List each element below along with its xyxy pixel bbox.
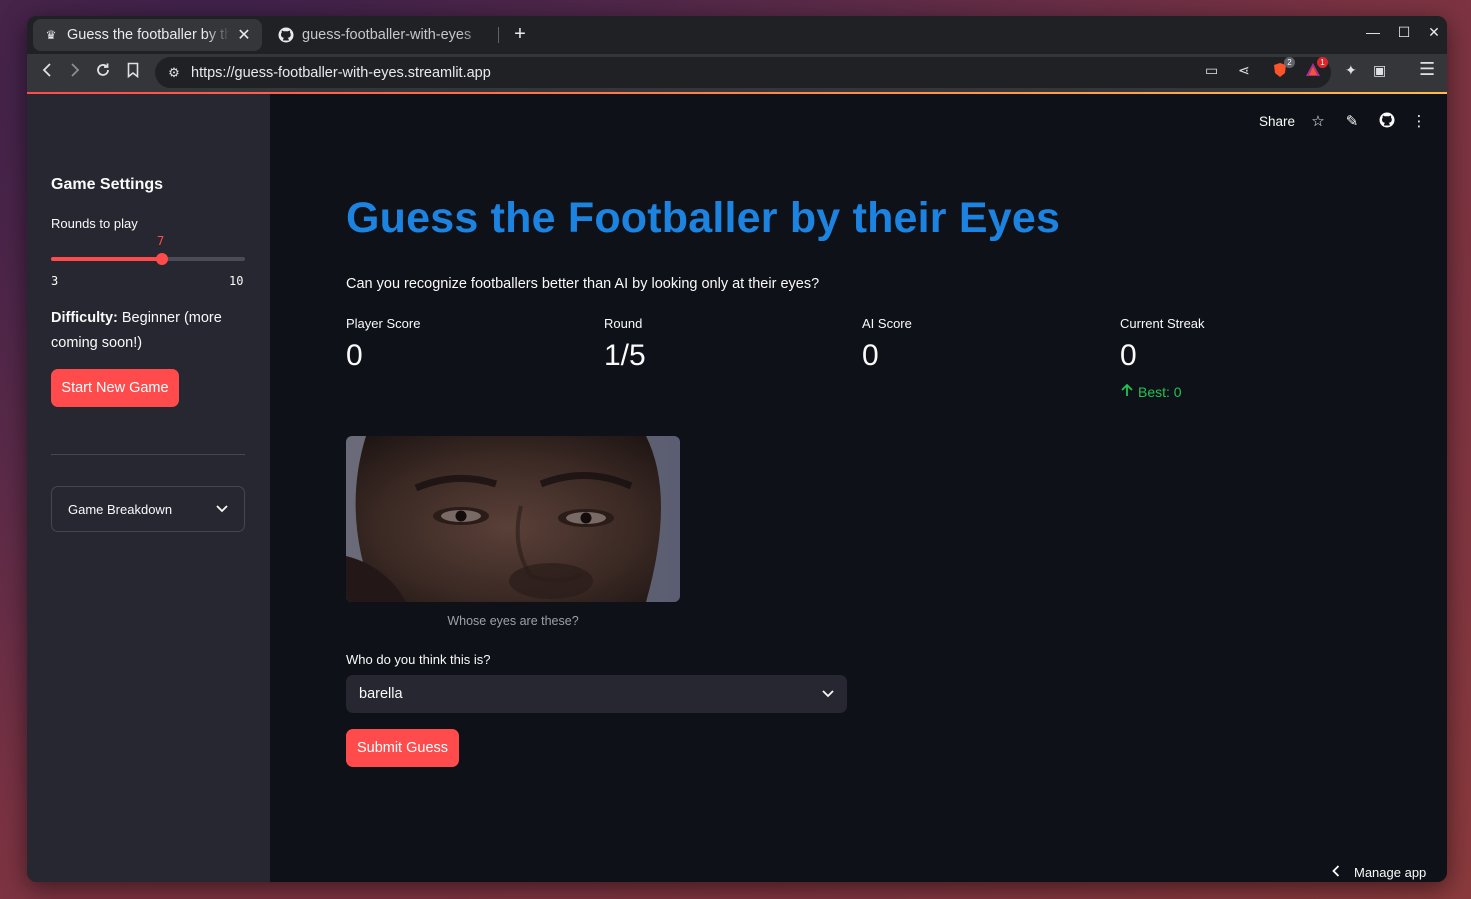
bookmark-icon[interactable]	[122, 62, 144, 84]
tab-github[interactable]: guess-footballer-with-eyes	[270, 19, 496, 51]
page-title: Guess the Footballer by their Eyes	[346, 194, 1061, 242]
chevron-down-icon	[216, 502, 228, 516]
metric-label: Player Score	[346, 316, 421, 331]
metric-value: 0	[862, 339, 879, 372]
submit-guess-button[interactable]: Submit Guess	[346, 729, 459, 767]
share-icon[interactable]: ⋖	[1238, 62, 1250, 79]
forward-icon[interactable]	[64, 62, 86, 84]
metric-player-score: Player Score 0	[346, 316, 420, 373]
share-button[interactable]: Share	[1259, 114, 1295, 129]
browser-window: ♛ Guess the footballer by their Eyes ✕ g…	[27, 16, 1447, 882]
rounds-slider[interactable]	[51, 253, 245, 265]
menu-icon[interactable]: ☰	[1419, 59, 1435, 80]
chevron-down-icon	[822, 687, 834, 701]
site-settings-icon[interactable]: ⚙	[159, 65, 189, 81]
browser-toolbar: ⚙ https://guess-footballer-with-eyes.str…	[27, 54, 1447, 92]
start-new-game-button[interactable]: Start New Game	[51, 369, 179, 407]
select-value: barella	[359, 686, 403, 702]
tab-active[interactable]: ♛ Guess the footballer by their Eyes ✕	[33, 19, 262, 51]
extensions-icon[interactable]: ✦	[1345, 62, 1357, 79]
reload-icon[interactable]	[92, 62, 114, 84]
page-subtitle: Can you recognize footballers better tha…	[346, 276, 820, 292]
maximize-icon[interactable]: ☐	[1393, 24, 1415, 41]
metric-delta: Best: 0	[1120, 383, 1205, 400]
metric-current-streak: Current Streak 0 Best: 0	[1120, 316, 1205, 400]
manage-app-button[interactable]: Manage app	[1332, 864, 1426, 880]
metric-value: 1/5	[604, 339, 646, 372]
minimize-icon[interactable]: —	[1362, 24, 1384, 40]
rewards-badge: 1	[1317, 57, 1328, 68]
metric-label: AI Score	[862, 316, 912, 331]
brave-rewards-icon[interactable]: 1	[1305, 57, 1328, 78]
sidebar-icon[interactable]: ▣	[1373, 62, 1386, 79]
main-content: Share ☆ ✎ ⋮ Guess the Footballer by thei…	[270, 94, 1447, 882]
slider-value: 7	[157, 234, 165, 248]
tab-title: Guess the footballer by their Eyes	[67, 27, 230, 43]
github-icon	[278, 27, 294, 43]
slider-thumb[interactable]	[155, 253, 168, 265]
address-bar[interactable]: ⚙ https://guess-footballer-with-eyes.str…	[155, 57, 1331, 88]
metric-value: 0	[346, 339, 363, 372]
footballer-eyes-image	[346, 436, 680, 602]
difficulty-text: Difficulty: Beginner (more coming soon!)	[51, 306, 245, 356]
metric-ai-score: AI Score 0	[862, 316, 912, 373]
game-breakdown-expander[interactable]: Game Breakdown	[51, 486, 245, 532]
image-caption: Whose eyes are these?	[447, 614, 579, 628]
divider	[51, 454, 245, 455]
shields-badge: 2	[1284, 57, 1295, 68]
more-vert-icon[interactable]: ⋮	[1409, 112, 1429, 132]
slider-fill	[51, 257, 162, 261]
delta-text: Best: 0	[1138, 383, 1182, 400]
new-tab-button[interactable]: +	[508, 23, 532, 47]
tab-separator	[498, 27, 499, 43]
star-icon[interactable]: ☆	[1308, 112, 1328, 132]
tab-bar: ♛ Guess the footballer by their Eyes ✕ g…	[27, 16, 1447, 54]
metric-label: Round	[604, 316, 643, 331]
select-label: Who do you think this is?	[346, 652, 491, 667]
close-icon[interactable]: ✕	[236, 25, 252, 45]
footballer-select[interactable]: barella	[346, 675, 847, 713]
github-icon[interactable]	[1377, 112, 1397, 132]
metric-value: 0	[1120, 339, 1137, 372]
slider-min: 3	[51, 274, 59, 288]
window-close-icon[interactable]: ✕	[1423, 24, 1445, 41]
back-icon[interactable]	[36, 62, 58, 84]
metric-round: Round 1/5	[604, 316, 646, 373]
sidebar-title: Game Settings	[51, 176, 164, 193]
rounds-label: Rounds to play	[51, 216, 138, 231]
brave-shields-icon[interactable]: 2	[1272, 57, 1295, 78]
difficulty-key: Difficulty:	[51, 310, 118, 326]
tab-title: guess-footballer-with-eyes	[302, 27, 472, 43]
slider-max: 10	[229, 274, 244, 288]
sidebar: Game Settings Rounds to play 7 3 10 Diff…	[27, 94, 270, 882]
expander-label: Game Breakdown	[68, 501, 173, 517]
url-text[interactable]: https://guess-footballer-with-eyes.strea…	[191, 65, 491, 81]
arrow-up-icon	[1120, 383, 1134, 400]
manage-app-label: Manage app	[1354, 864, 1427, 880]
chevron-left-icon	[1332, 864, 1340, 880]
streamlit-crown-icon: ♛	[45, 28, 57, 42]
cast-icon[interactable]: ▭	[1205, 62, 1218, 79]
metric-label: Current Streak	[1120, 316, 1205, 331]
edit-icon[interactable]: ✎	[1342, 112, 1362, 132]
